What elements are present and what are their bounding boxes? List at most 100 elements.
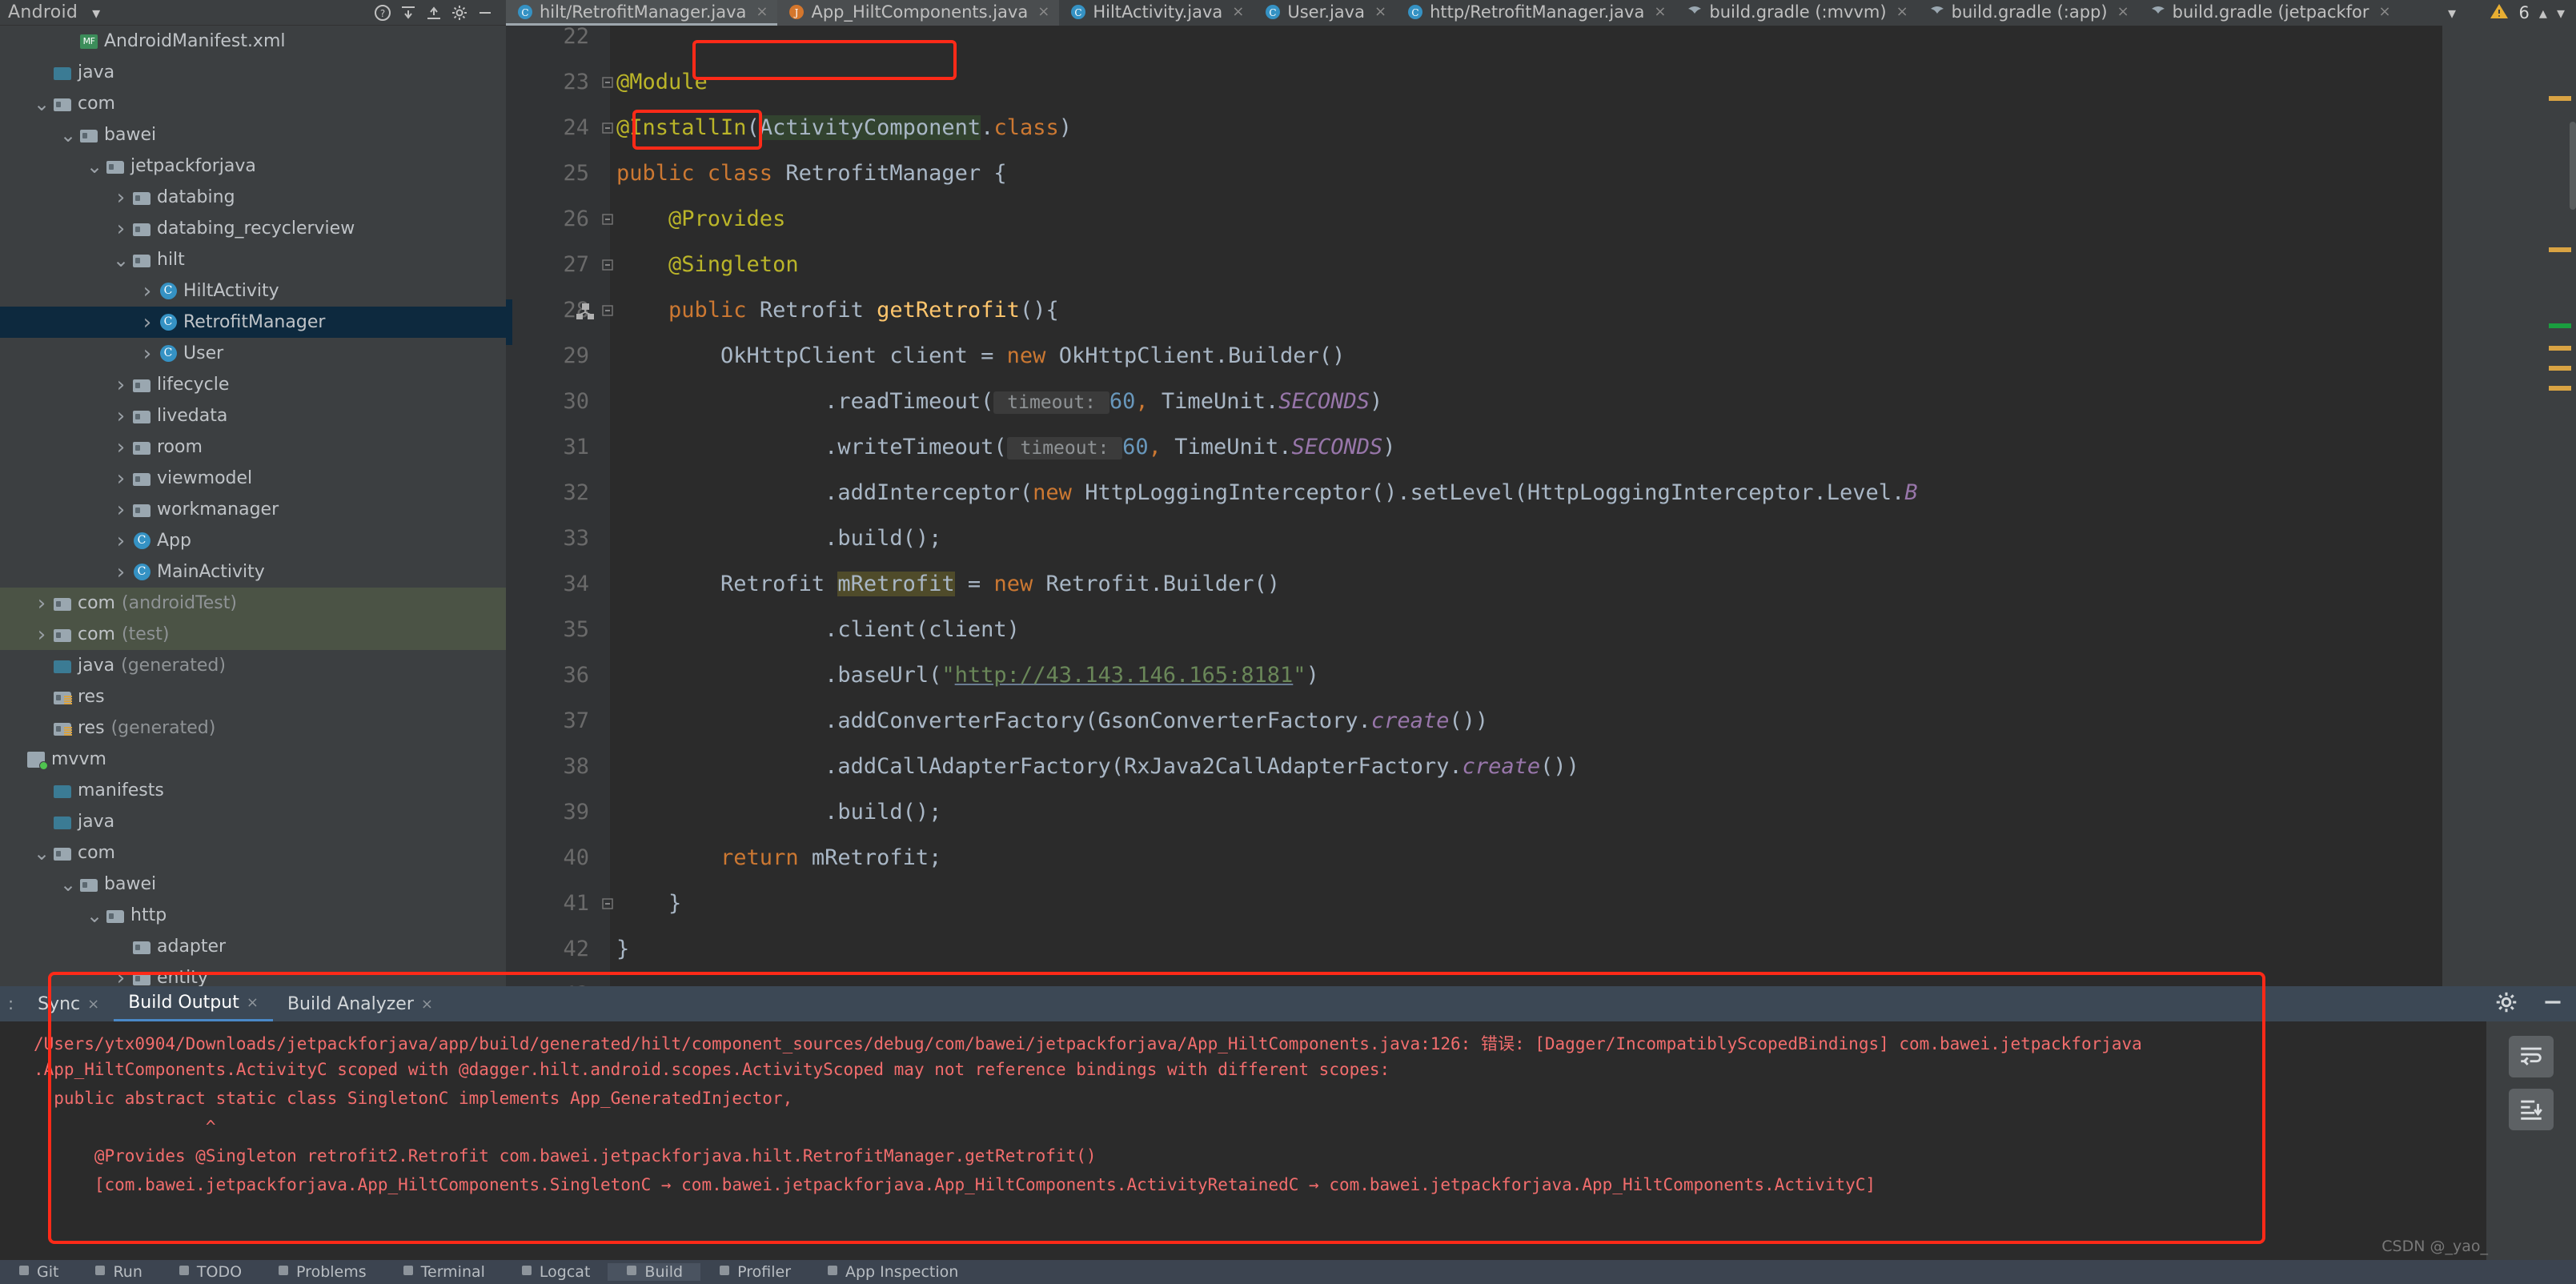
close-icon[interactable]: × <box>2379 3 2391 20</box>
code-line-31[interactable]: 31 .writeTimeout( timeout: 60, TimeUnit.… <box>506 424 2442 470</box>
build-tab-build-analyzer[interactable]: Build Analyzer × <box>273 986 447 1021</box>
tree-node-workmanager[interactable]: › workmanager <box>0 494 506 525</box>
build-panel-tabs[interactable]: : Sync × Build Output × Build Analyzer × <box>0 986 2576 1021</box>
fold-toggle-icon[interactable] <box>600 105 615 150</box>
tree-node-com[interactable]: › com (androidTest) <box>0 588 506 619</box>
tab-overflow-chevron-down-icon[interactable]: ▾ <box>2448 3 2456 22</box>
code-line-38[interactable]: 38 .addCallAdapterFactory(RxJava2CallAda… <box>506 744 2442 789</box>
chevron-right-icon[interactable]: › <box>138 311 156 335</box>
tree-node-jetpackforjava[interactable]: ⌄ jetpackforjava <box>0 150 506 182</box>
tree-node-res[interactable]: res (generated) <box>0 712 506 744</box>
tree-node-com[interactable]: ⌄ com <box>0 837 506 869</box>
tree-node-lifecycle[interactable]: › lifecycle <box>0 369 506 400</box>
tree-node-retrofitmanager[interactable]: › C RetrofitManager <box>0 307 506 338</box>
chevron-down-icon[interactable]: ⌄ <box>59 873 77 896</box>
fold-toggle-icon[interactable] <box>600 881 615 926</box>
build-log-line-1[interactable]: .App_HiltComponents.ActivityC scoped wit… <box>34 1060 1390 1079</box>
code-line-30[interactable]: 30 .readTimeout( timeout: 60, TimeUnit.S… <box>506 379 2442 424</box>
editor-marker-strip[interactable] <box>2442 26 2576 986</box>
tree-node-databing[interactable]: › databing <box>0 182 506 213</box>
close-icon[interactable]: × <box>247 994 259 1011</box>
build-tab-build-output[interactable]: Build Output × <box>114 986 273 1021</box>
chevron-right-icon[interactable]: › <box>33 592 50 616</box>
tree-node-bawei[interactable]: ⌄ bawei <box>0 869 506 900</box>
hide-panel-icon[interactable] <box>2541 990 2565 1017</box>
chevron-right-icon[interactable]: › <box>112 186 130 210</box>
tree-node-room[interactable]: › room <box>0 431 506 463</box>
tree-node-mvvm[interactable]: mvvm <box>0 744 506 775</box>
tree-node-java[interactable]: java <box>0 806 506 837</box>
tree-node-java[interactable]: java <box>0 57 506 88</box>
build-log-line-5[interactable]: [com.bawei.jetpackforjava.App_HiltCompon… <box>34 1175 1876 1194</box>
scroll-marker-2[interactable] <box>2549 323 2571 328</box>
code-editor[interactable]: 22 23 @Module 24 @InstallIn(ActivityComponen… <box>506 26 2442 986</box>
status-bar-run[interactable]: Run <box>76 1263 159 1281</box>
build-log-line-3[interactable]: ^ <box>34 1117 216 1137</box>
tree-node-com[interactable]: › com (test) <box>0 619 506 650</box>
collapse-all-icon[interactable] <box>395 2 421 23</box>
editor-tab-6[interactable]: build.gradle (:app) × <box>1917 0 2139 26</box>
fold-toggle-icon[interactable] <box>600 242 615 287</box>
hide-toolwindow-icon[interactable] <box>472 2 498 23</box>
fold-toggle-icon[interactable] <box>600 287 615 333</box>
help-icon[interactable]: ? <box>370 2 395 23</box>
close-icon[interactable]: × <box>1374 3 1386 20</box>
scroll-marker-0[interactable] <box>2549 96 2571 101</box>
chevron-right-icon[interactable]: › <box>112 966 130 987</box>
chevron-right-icon[interactable]: › <box>138 279 156 303</box>
tree-node-user[interactable]: › C User <box>0 338 506 369</box>
chevron-right-icon[interactable]: › <box>112 404 130 428</box>
build-console-toolbar[interactable] <box>2486 1021 2576 1260</box>
editor-tab-bar[interactable]: Chilt/RetrofitManager.java × J App_HiltComp… <box>506 0 2442 26</box>
editor-tab-5[interactable]: build.gradle (:mvvm) × <box>1675 0 1918 26</box>
code-line-39[interactable]: 39 .build(); <box>506 789 2442 835</box>
scroll-marker-3[interactable] <box>2549 346 2571 351</box>
scroll-to-end-icon[interactable] <box>2509 1089 2554 1130</box>
project-view-chevron-down-icon[interactable]: ▾ <box>92 3 100 22</box>
tree-node-databing-recyclerview[interactable]: › databing_recyclerview <box>0 213 506 244</box>
close-icon[interactable]: × <box>1896 3 1908 20</box>
close-icon[interactable]: × <box>756 3 768 20</box>
build-log-line-4[interactable]: @Provides @Singleton retrofit2.Retrofit … <box>34 1146 1097 1166</box>
tree-node-entity[interactable]: › entity <box>0 962 506 987</box>
build-tool-window[interactable]: : Sync × Build Output × Build Analyzer × /Use… <box>0 972 2576 1260</box>
code-line-26[interactable]: 26 @Provides <box>506 196 2442 242</box>
chevron-right-icon[interactable]: › <box>112 467 130 491</box>
editor-tab-4[interactable]: Chttp/RetrofitManager.java × <box>1396 0 1676 26</box>
tree-node-mainactivity[interactable]: › C MainActivity <box>0 556 506 588</box>
chevron-right-icon[interactable]: › <box>112 498 130 522</box>
status-bar-problems[interactable]: Problems <box>259 1263 384 1281</box>
gear-icon[interactable] <box>447 2 472 23</box>
tree-node-com[interactable]: ⌄ com <box>0 88 506 119</box>
expand-all-icon[interactable] <box>421 2 447 23</box>
code-line-27[interactable]: 27 @Singleton <box>506 242 2442 287</box>
tree-node-http[interactable]: ⌄ http <box>0 900 506 931</box>
editor-tab-1[interactable]: J App_HiltComponents.java × <box>777 0 1060 26</box>
status-bar[interactable]: Git Run TODO Problems Terminal Logcat Build Pro… <box>0 1260 2576 1284</box>
chevron-right-icon[interactable]: › <box>112 560 130 584</box>
scroll-marker-1[interactable] <box>2549 247 2571 252</box>
code-line-24[interactable]: 24 @InstallIn(ActivityComponent.class) <box>506 105 2442 150</box>
scroll-marker-5[interactable] <box>2549 386 2571 391</box>
code-line-40[interactable]: 40 return mRetrofit; <box>506 835 2442 881</box>
status-bar-logcat[interactable]: Logcat <box>503 1263 608 1281</box>
editor-tab-2[interactable]: C HiltActivity.java × <box>1059 0 1254 26</box>
tree-node-app[interactable]: › C App <box>0 525 506 556</box>
code-line-35[interactable]: 35 .client(client) <box>506 607 2442 652</box>
status-bar-build[interactable]: Build <box>608 1263 701 1281</box>
code-line-42[interactable]: 42} <box>506 926 2442 972</box>
close-icon[interactable]: × <box>421 996 433 1013</box>
scroll-marker-4[interactable] <box>2549 366 2571 371</box>
tree-node-bawei[interactable]: ⌄ bawei <box>0 119 506 150</box>
close-icon[interactable]: × <box>87 996 99 1013</box>
status-bar-profiler[interactable]: Profiler <box>700 1263 809 1281</box>
fold-toggle-icon[interactable] <box>600 196 615 242</box>
tree-node-java[interactable]: java (generated) <box>0 650 506 681</box>
build-tab-sync[interactable]: Sync × <box>23 986 114 1021</box>
editor-lines[interactable]: 22 23 @Module 24 @InstallIn(ActivityComponen… <box>506 26 2442 986</box>
code-line-22[interactable]: 22 <box>506 26 2442 59</box>
tree-node-adapter[interactable]: adapter <box>0 931 506 962</box>
code-line-23[interactable]: 23 @Module <box>506 59 2442 105</box>
method-override-icon[interactable] <box>575 287 597 333</box>
chevron-down-icon[interactable]: ⌄ <box>33 842 50 865</box>
